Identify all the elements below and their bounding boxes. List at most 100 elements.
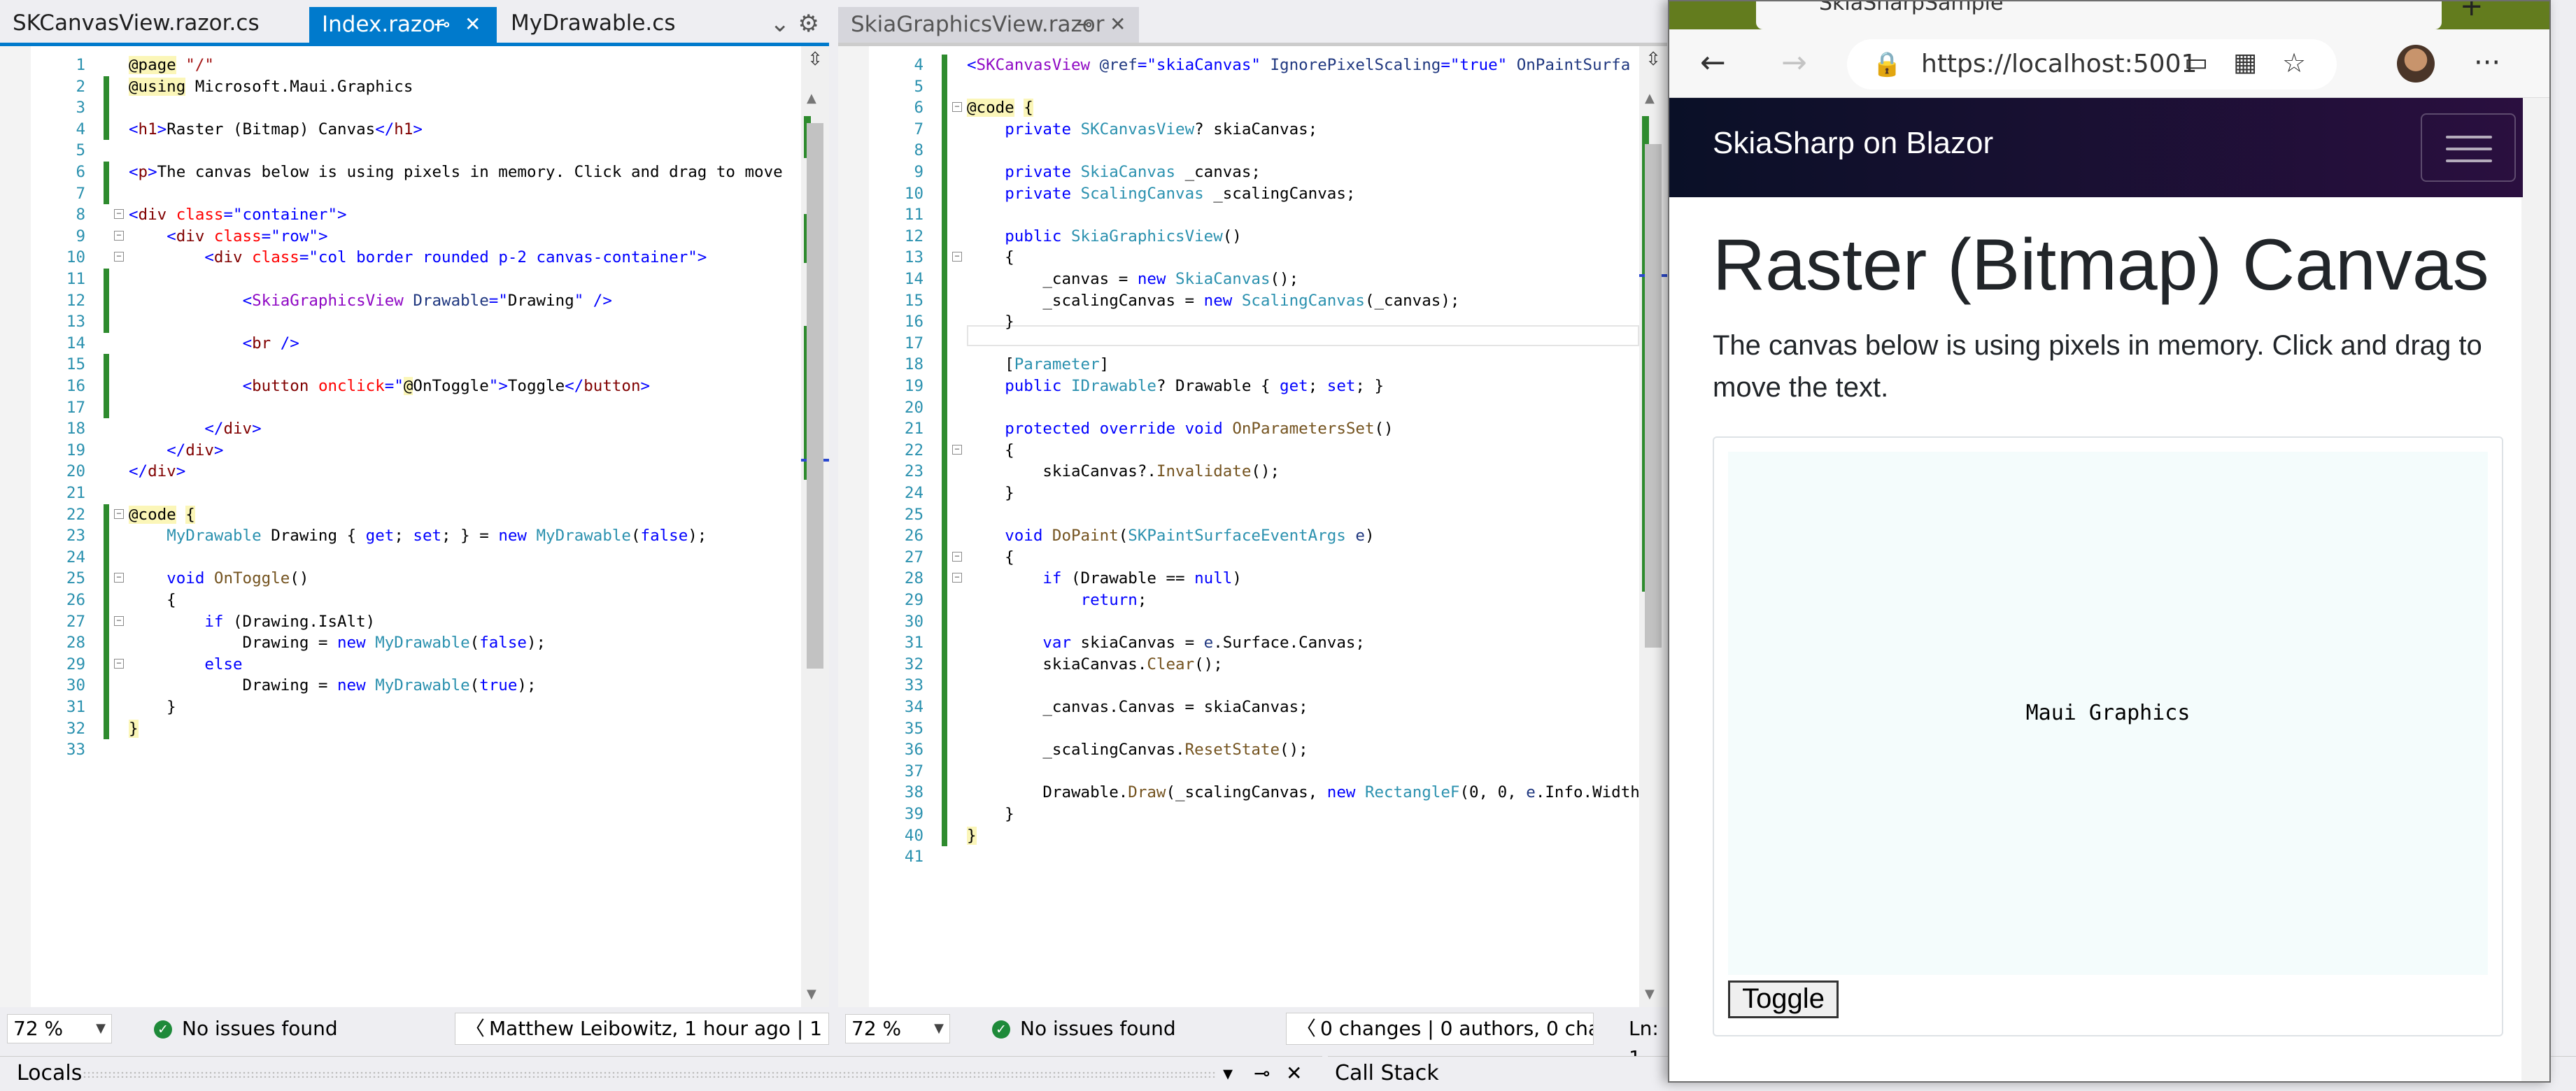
vertical-scrollbar[interactable]: ⇳ ▲ ▼ — [1639, 46, 1667, 1007]
code-line[interactable]: 4 <h1>Raster (Bitmap) Canvas</h1> — [31, 118, 801, 141]
code-line[interactable]: 17 — [31, 397, 801, 419]
navbar-brand[interactable]: SkiaSharp on Blazor — [1713, 126, 1993, 161]
code-line[interactable]: 20 — [869, 397, 1639, 419]
pin-icon[interactable]: ⊸ — [1076, 7, 1092, 42]
code-line[interactable]: 23 MyDrawable Drawing { get; set; } = ne… — [31, 525, 801, 547]
scroll-down-icon[interactable]: ▼ — [1645, 987, 1655, 1001]
tab-skiagraphicsview-razor[interactable]: SkiaGraphicsView.razor ⊸ ✕ — [838, 7, 1139, 43]
tab-mydrawable-cs[interactable]: MyDrawable.cs — [498, 6, 726, 41]
close-icon[interactable]: ✕ — [1286, 1057, 1302, 1090]
code-line[interactable]: 26 { — [31, 590, 801, 611]
code-line[interactable]: 8 — [869, 140, 1639, 162]
code-line[interactable]: 14 <br /> — [31, 333, 801, 355]
code-line[interactable]: 11 — [31, 269, 801, 290]
code-line[interactable]: 13 — [31, 311, 801, 333]
code-line[interactable]: 27 − { — [869, 546, 1639, 569]
code-line[interactable]: 27 − if (Drawing.IsAlt) — [31, 611, 801, 633]
qr-code-icon[interactable]: ▦ — [2233, 45, 2257, 81]
code-line[interactable]: 7 — [31, 183, 801, 205]
zoom-select[interactable]: 72 % ▼ — [845, 1014, 950, 1043]
favorite-star-icon[interactable]: ☆ — [2282, 45, 2306, 81]
close-icon[interactable]: ✕ — [1110, 7, 1126, 42]
code-line[interactable]: 19 public IDrawable? Drawable { get; set… — [869, 376, 1639, 397]
code-line[interactable]: 21 protected override void OnParametersS… — [869, 418, 1639, 440]
scroll-up-icon[interactable]: ▲ — [1645, 91, 1655, 106]
code-line[interactable]: 14 _canvas = new SkiaCanvas(); — [869, 269, 1639, 290]
code-line[interactable]: 10 private ScalingCanvas _scalingCanvas; — [869, 183, 1639, 205]
code-line[interactable]: 2 @using Microsoft.Maui.Graphics — [31, 76, 801, 98]
code-line[interactable]: 17 — [869, 332, 1639, 355]
code-line[interactable]: 5 — [31, 140, 801, 162]
browser-scrollbar[interactable] — [2521, 98, 2549, 1081]
tab-skcanvasview-razor-cs[interactable]: SKCanvasView.razor.cs — [0, 6, 301, 41]
code-line[interactable]: 40} — [869, 825, 1639, 847]
code-line[interactable]: 34 _canvas.Canvas = skiaCanvas; — [869, 697, 1639, 718]
fold-toggle-icon[interactable]: − — [952, 102, 962, 113]
code-line[interactable]: 38 Drawable.Draw(_scalingCanvas, new Rec… — [869, 782, 1640, 804]
tab-list-chevron-icon[interactable]: ⌄ — [770, 10, 791, 38]
code-line[interactable]: 26 void DoPaint(SKPaintSurfaceEventArgs … — [869, 525, 1639, 547]
code-line[interactable]: 8 − <div class="container"> — [31, 204, 801, 226]
more-menu-icon[interactable]: ··· — [2474, 45, 2500, 81]
dropdown-icon[interactable]: ▾ — [1223, 1057, 1233, 1090]
fold-toggle-icon[interactable]: − — [114, 209, 124, 220]
code-line[interactable]: 19 </div> — [31, 440, 801, 462]
code-line[interactable]: 30 Drawing = new MyDrawable(true); — [31, 675, 801, 697]
fold-toggle-icon[interactable]: − — [114, 658, 124, 669]
fold-toggle-icon[interactable]: − — [114, 615, 124, 626]
code-editor[interactable]: ⇳ ▲ ▼ 1 @page "/" 2 @using Microsoft.Maui.G… — [0, 46, 829, 1007]
address-bar[interactable]: 🔒 https://localhost:5001 — [1847, 39, 2337, 90]
toggle-button[interactable]: Toggle — [1728, 981, 1839, 1018]
code-line[interactable]: 25 − void OnToggle() — [31, 568, 801, 590]
code-line[interactable]: 3 — [31, 97, 801, 119]
code-line[interactable]: 23 skiaCanvas?.Invalidate(); — [869, 461, 1639, 483]
split-view-icon[interactable]: ⇳ — [1642, 49, 1664, 71]
code-line[interactable]: 35 — [869, 718, 1639, 740]
locals-panel[interactable]: Locals ▾ ⊸ ✕ — [0, 1056, 1322, 1091]
code-line[interactable]: 29 return; — [869, 590, 1639, 611]
code-line[interactable]: 31 var skiaCanvas = e.Surface.Canvas; — [869, 632, 1639, 654]
fold-toggle-icon[interactable]: − — [114, 230, 124, 241]
app-available-icon[interactable]: ▭ — [2184, 45, 2208, 81]
code-line[interactable]: 21 — [31, 483, 801, 504]
panel-drag-grip[interactable] — [83, 1071, 1216, 1078]
code-line[interactable]: 24 — [31, 546, 801, 569]
code-line[interactable]: 31 } — [31, 697, 801, 718]
code-line[interactable]: 32 skiaCanvas.Clear(); — [869, 653, 1639, 676]
code-line[interactable]: 30 — [869, 611, 1639, 633]
code-line[interactable]: 25 — [869, 504, 1639, 526]
code-line[interactable]: 9 − <div class="row"> — [31, 226, 801, 248]
back-icon[interactable]: ← — [1700, 45, 1726, 81]
canvas-drawn-text[interactable]: Maui Graphics — [1728, 701, 2488, 725]
code-line[interactable]: 18 </div> — [31, 418, 801, 440]
code-line[interactable]: 9 private SkiaCanvas _canvas; — [869, 162, 1639, 183]
code-line[interactable]: 28 − if (Drawable == null) — [869, 568, 1639, 590]
code-line[interactable]: 28 Drawing = new MyDrawable(false); — [31, 632, 801, 654]
vertical-scrollbar[interactable]: ⇳ ▲ ▼ — [801, 46, 829, 1007]
code-line[interactable]: 41 — [869, 846, 1639, 868]
git-changes-indicator[interactable]: 〈 0 changes | 0 authors, 0 changes — [1286, 1013, 1594, 1045]
new-tab-icon[interactable]: + — [2460, 1, 2484, 22]
code-line[interactable]: 7 private SKCanvasView? skiaCanvas; — [869, 118, 1639, 141]
code-line[interactable]: 1 @page "/" — [31, 55, 801, 76]
zoom-select[interactable]: 72 % ▼ — [7, 1014, 112, 1043]
code-line[interactable]: 24 } — [869, 483, 1639, 504]
git-blame-indicator[interactable]: 〈 Matthew Leibowitz, 1 hour ago | 1 auth… — [455, 1013, 829, 1045]
code-line[interactable]: 10 − <div class="col border rounded p-2 c… — [31, 247, 801, 269]
fold-toggle-icon[interactable]: − — [952, 252, 962, 262]
code-line[interactable]: 22 − @code { — [31, 504, 801, 526]
code-line[interactable]: 6 − @code { — [869, 97, 1639, 119]
scrollbar-thumb[interactable] — [807, 123, 823, 669]
fold-toggle-icon[interactable]: − — [114, 573, 124, 583]
code-line[interactable]: 37 — [869, 760, 1639, 783]
fold-toggle-icon[interactable]: − — [952, 573, 962, 583]
code-line[interactable]: 6 <p>The canvas below is using pixels in … — [31, 162, 801, 183]
fold-toggle-icon[interactable]: − — [114, 252, 124, 262]
code-editor[interactable]: ⇳ ▲ ▼ 4 <SKCanvasView @ref="skiaCanvas" I… — [838, 46, 1667, 1007]
scroll-down-icon[interactable]: ▼ — [807, 987, 816, 1001]
code-line[interactable]: 11 — [869, 204, 1639, 226]
code-line[interactable]: 20 </div> — [31, 461, 801, 483]
issues-indicator[interactable]: ✓ No issues found — [992, 1014, 1176, 1043]
code-line[interactable]: 16 <button onclick="@OnToggle">Toggle</b… — [31, 376, 801, 397]
hamburger-menu-icon[interactable] — [2421, 113, 2516, 182]
